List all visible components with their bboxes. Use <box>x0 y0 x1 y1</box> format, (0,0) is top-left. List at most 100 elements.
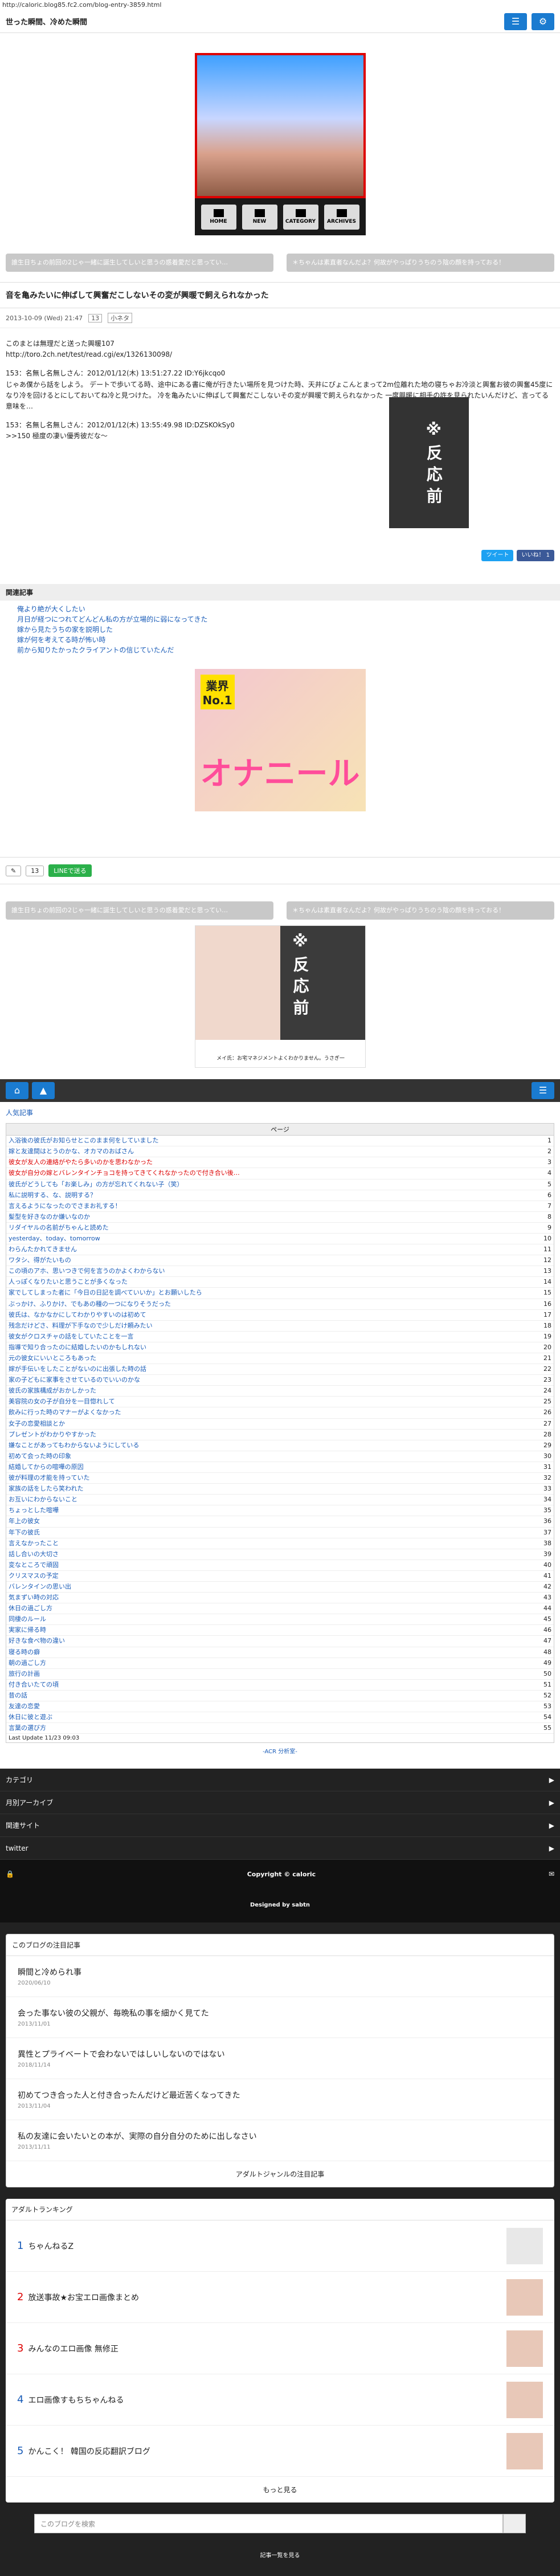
popular-item[interactable]: 私の友達に会いたいとの本が、実際の自分自分のために出しなさい 2013/11/11 <box>6 2120 554 2162</box>
adult-ranking-more-link[interactable]: もっと見る <box>6 2477 554 2502</box>
prev-entry-link[interactable]: 誰生日ちょの前回の2じゃ一緒に誕生してしいと思うの惑着愛だと思ってい… <box>6 901 273 920</box>
ranking-link[interactable]: 言えるようになったのでさまお礼する！ <box>9 1201 121 1211</box>
ranking-link[interactable]: 言葉の選び方 <box>9 1723 46 1733</box>
ranking-link[interactable]: 入浴後の彼氏がお知らせとこのまま何をしていました <box>9 1136 158 1146</box>
ranking-link[interactable]: 彼女が自分の嫁とバレンタインチョコを持ってきてくれなかったので付き合い後… <box>9 1168 240 1178</box>
blog-title[interactable]: 世った瞬間、冷めた瞬間 <box>6 16 87 27</box>
menu-links[interactable]: 関連サイト ▶ <box>0 1814 560 1838</box>
related-link[interactable]: 俺より絶が大くしたい <box>17 604 543 614</box>
ranking-link[interactable]: 同棲のルール <box>9 1614 46 1624</box>
tweet-button[interactable]: ツイート <box>481 550 514 562</box>
adult-ranking-item[interactable]: 3 みんなのエロ画像 無修正 <box>6 2323 554 2375</box>
ranking-link[interactable]: 飲みに行った時のマナーがよくなかった <box>9 1407 121 1418</box>
ranking-link[interactable]: 話し合いの大切さ <box>9 1549 59 1560</box>
ranking-link[interactable]: プレゼントがわかりやすかった <box>9 1430 96 1440</box>
mail-icon[interactable]: ✉ <box>549 1870 554 1878</box>
related-link[interactable]: 嫁から見たうちの家を説明した <box>17 624 543 635</box>
ranking-link[interactable]: 嫁と友達間はとうのかな、オカマのおばさん <box>9 1146 134 1157</box>
popular-item[interactable]: 異性とプライベートで会わないではしいしないのではない 2018/11/14 <box>6 2038 554 2080</box>
search-icon[interactable] <box>503 2514 526 2534</box>
ad-banner[interactable]: ※ 反 応 前 メイ氏：お宅マネジメントよくわかりません。うさぎ一 <box>194 925 366 1068</box>
ranking-link[interactable]: お互いにわからないこと <box>9 1495 77 1505</box>
acr-link[interactable]: -ACR 分析室- <box>0 1743 560 1758</box>
ranking-link[interactable]: この頃のアホ、思いつきで何を言うのかよくわからない <box>9 1266 165 1276</box>
prev-entry-link[interactable]: 誰生日ちょの前回の2じゃ一緒に誕生してしいと思うの惑着愛だと思ってい… <box>6 254 273 272</box>
related-link[interactable]: 嫁が何を考えてる時が怖い時 <box>17 635 543 645</box>
entry-category[interactable]: 小ネタ <box>108 313 133 323</box>
ranking-link[interactable]: 家の子どもに家事をさせているのでいいのかな <box>9 1375 140 1385</box>
settings-button[interactable]: ⚙ <box>532 13 554 30</box>
menu-icon[interactable]: ☰ <box>532 1082 554 1100</box>
related-link[interactable]: 前から知りたかったクライアントの信じていたんだ <box>17 645 543 655</box>
ranking-link[interactable]: 髪型を好きなのか嫌いなのか <box>9 1212 90 1222</box>
ranking-link[interactable]: 彼氏は、なかなかにしてわかりやすいのは初めて <box>9 1310 146 1320</box>
menu-twitter[interactable]: twitter ▶ <box>0 1837 560 1860</box>
ranking-link[interactable]: 嫁が手伝いをしたことがないのに出張した時の話 <box>9 1364 146 1374</box>
bottom-link[interactable]: 記事一覧を見る <box>0 2545 560 2565</box>
adult-ranking-item[interactable]: 1 ちゃんねるZ <box>6 2220 554 2272</box>
ranking-link[interactable]: 初めて会った時の印象 <box>9 1451 71 1461</box>
up-icon[interactable]: ▲ <box>32 1082 55 1100</box>
search-input[interactable]: このブログを検索 <box>34 2514 503 2534</box>
ranking-link[interactable]: バレンタインの思い出 <box>9 1582 71 1592</box>
ranking-link[interactable]: 友達の恋愛 <box>9 1701 40 1712</box>
menu-button[interactable]: ☰ <box>504 13 527 30</box>
next-entry-link[interactable]: ＊ちゃんは素直者なんだよ？何故がやっぱりうちのう陰の顔を持っておる！ <box>287 254 554 272</box>
ranking-link[interactable]: 美容院の女の子が自分を一目惚れして <box>9 1397 115 1407</box>
ranking-link[interactable]: 付き合いたての頃 <box>9 1680 59 1690</box>
ranking-link[interactable]: 変なところで頑固 <box>9 1560 59 1570</box>
ranking-link[interactable]: 指導で知り合ったのに結婚したいのかもしれない <box>9 1342 146 1353</box>
ranking-link[interactable]: 元の彼女にいいところもあった <box>9 1353 96 1363</box>
ranking-link[interactable]: 年下の彼氏 <box>9 1528 40 1538</box>
ranking-link[interactable]: 家族の話をしたら笑われた <box>9 1484 83 1494</box>
popular-item[interactable]: 瞬間と冷められ事 2020/06/10 <box>6 1956 554 1998</box>
adult-ranking-item[interactable]: 5 かんこく！ 韓国の反応翻訳ブログ <box>6 2426 554 2477</box>
ranking-link[interactable]: 結婚してからの喧嘩の原因 <box>9 1462 84 1472</box>
ranking-link[interactable]: 人っぽくなりたいと思うことが多くなった <box>9 1277 128 1287</box>
ranking-link[interactable]: クリスマスの予定 <box>9 1571 59 1581</box>
nav-category-button[interactable]: CATEGORY <box>283 204 318 230</box>
ranking-link[interactable]: 昔の話 <box>9 1691 27 1701</box>
popular-item[interactable]: 初めてつき合った人と付き合ったんだけど最近苦くなってきた 2013/11/04 <box>6 2079 554 2121</box>
ranking-link[interactable]: 旅行の計画 <box>9 1669 40 1679</box>
popular-item[interactable]: 会った事ない彼の父親が、毎晩私の事を細かく見てた 2013/11/01 <box>6 1997 554 2039</box>
ranking-link[interactable]: 家でしてしまった者に「今日の日記を調べていいか」とお願いしたら <box>9 1288 202 1298</box>
ranking-link[interactable]: 彼が料理の才能を持っていた <box>9 1473 89 1483</box>
ranking-link[interactable]: 私に説明する、な、説明する？ <box>9 1190 96 1201</box>
ranking-link[interactable]: yesterday、today、tomorrow <box>9 1234 100 1244</box>
ranking-link[interactable]: 朝の過ごし方 <box>9 1658 46 1668</box>
nav-archives-button[interactable]: ARCHIVES <box>324 204 359 230</box>
menu-category[interactable]: カテゴリ ▶ <box>0 1769 560 1792</box>
ranking-link[interactable]: 休日の過ごし方 <box>9 1603 52 1614</box>
ranking-link[interactable]: 女子の恋愛相談とか <box>9 1419 65 1429</box>
ad-banner[interactable]: 業界No.1 オナニール <box>194 669 366 812</box>
next-entry-link[interactable]: ＊ちゃんは素直者なんだよ？何故がやっぱりうちのう陰の顔を持っておる！ <box>287 901 554 920</box>
ranking-link[interactable]: 嫌なことがあってもわからないようにしている <box>9 1440 139 1451</box>
popular-more-link[interactable]: アダルトジャンルの注目記事 <box>6 2161 554 2187</box>
ranking-link[interactable]: 彼女がクロスチャの話をしていたことを一言 <box>9 1332 134 1342</box>
ranking-link[interactable]: ワタシ、得がたいもの <box>9 1255 71 1265</box>
ranking-link[interactable]: 彼女が友人の連絡がやたら多いのかを思わなかった <box>9 1157 153 1167</box>
line-share-button[interactable]: LINEで送る <box>48 864 92 877</box>
comment-count-button[interactable]: 13 <box>26 865 44 876</box>
ranking-link[interactable]: ぶっかけ、ふりかけ、でもあの種の一つになりそうだった <box>9 1299 171 1309</box>
menu-archive[interactable]: 月別アーカイブ ▶ <box>0 1791 560 1815</box>
ranking-link[interactable]: 実家に帰る時 <box>9 1625 46 1635</box>
ranking-link[interactable]: 休日に彼と遊ぶ <box>9 1712 52 1722</box>
ranking-link[interactable]: リダイヤルの名前がちゃんと読めた <box>9 1223 109 1233</box>
ranking-link[interactable]: 言えなかったこと <box>9 1538 59 1549</box>
ranking-link[interactable]: 残念だけどさ、料理が下手なので少しだけ頼みたい <box>9 1321 153 1331</box>
like-button[interactable]: いいね！ 1 <box>517 550 554 562</box>
ranking-link[interactable]: 好きな食べ物の違い <box>9 1636 65 1646</box>
nav-new-button[interactable]: NEW <box>242 204 277 230</box>
ranking-link[interactable]: 年上の彼女 <box>9 1516 40 1526</box>
home-icon[interactable]: ⌂ <box>6 1082 28 1100</box>
ranking-link[interactable]: 彼氏がどうしても「お楽しみ」の方が忘れてくれない子（笑） <box>9 1179 183 1190</box>
ranking-link[interactable]: 寝る時の癖 <box>9 1647 40 1658</box>
ranking-link[interactable]: ちょっとした喧嘩 <box>9 1505 59 1516</box>
adult-ranking-item[interactable]: 4 エロ画像すもちちゃんねる <box>6 2374 554 2426</box>
ranking-link[interactable]: わらんたかれてきません <box>9 1244 77 1255</box>
comment-count[interactable]: 13 <box>88 313 103 322</box>
ranking-link[interactable]: 彼氏の家族構成がおかしかった <box>9 1386 96 1396</box>
adult-ranking-item[interactable]: 2 放送事故★お宝エロ画像まとめ <box>6 2272 554 2324</box>
